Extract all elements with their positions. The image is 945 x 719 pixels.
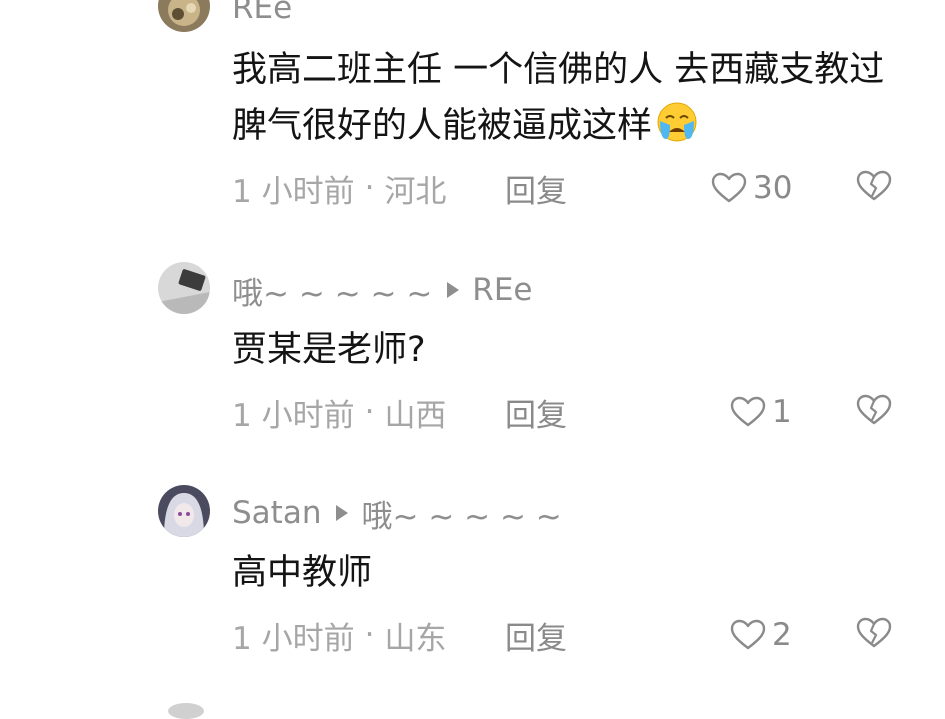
reply-to-name[interactable]: 哦~ ~ ~ ~ ~ [361, 491, 561, 536]
timestamp: 1 小时前 [232, 620, 355, 657]
dislike-button[interactable] [856, 613, 892, 657]
author-name[interactable]: 哦~ ~ ~ ~ ~ [232, 268, 432, 313]
reply-button[interactable]: 回复 [505, 613, 567, 657]
next-avatar[interactable] [168, 703, 204, 719]
like-button[interactable]: 30 [711, 166, 792, 210]
author-name[interactable]: Satan [232, 495, 321, 531]
like-count: 2 [772, 617, 792, 653]
comment-text: 高中教师 [232, 553, 373, 593]
author-name[interactable]: REe [232, 0, 292, 26]
dislike-button[interactable] [856, 166, 892, 210]
like-count: 30 [753, 170, 793, 206]
timestamp: 1 小时前 [232, 173, 355, 210]
comment-meta: 1 小时前 · 山东 [232, 613, 446, 657]
broken-heart-icon [856, 394, 892, 430]
separator: · [364, 617, 375, 653]
username[interactable]: REe [232, 0, 292, 28]
location: 山东 [384, 620, 447, 657]
heart-icon [730, 396, 766, 428]
reply-button[interactable]: 回复 [505, 166, 567, 210]
timestamp: 1 小时前 [232, 397, 355, 434]
reply-header: 哦~ ~ ~ ~ ~ REe [232, 268, 533, 313]
like-button[interactable]: 1 [730, 390, 792, 434]
avatar[interactable] [158, 485, 210, 537]
heart-icon [730, 619, 766, 651]
like-button[interactable]: 2 [730, 613, 792, 657]
broken-heart-icon [856, 170, 892, 206]
reply-button[interactable]: 回复 [505, 390, 567, 434]
separator: · [364, 394, 375, 430]
reply-arrow-icon [446, 281, 460, 299]
broken-heart-icon [856, 617, 892, 653]
crying-face-icon [654, 99, 700, 160]
comment-meta: 1 小时前 · 河北 [232, 166, 446, 210]
location: 山西 [384, 397, 447, 434]
heart-icon [711, 172, 747, 204]
comment-text: 我高二班主任 一个信佛的人 去西藏支教过 脾气很好的人能被逼成这样 [232, 42, 912, 160]
dislike-button[interactable] [856, 390, 892, 434]
reply-to-name[interactable]: REe [472, 272, 532, 308]
location: 河北 [384, 173, 447, 210]
reply-arrow-icon [335, 504, 349, 522]
avatar[interactable] [158, 262, 210, 314]
separator: · [364, 170, 375, 206]
like-count: 1 [772, 394, 792, 430]
reply-header: Satan 哦~ ~ ~ ~ ~ [232, 491, 562, 536]
avatar[interactable] [158, 0, 210, 32]
comment-meta: 1 小时前 · 山西 [232, 390, 446, 434]
comment-text: 贾某是老师? [232, 330, 426, 370]
